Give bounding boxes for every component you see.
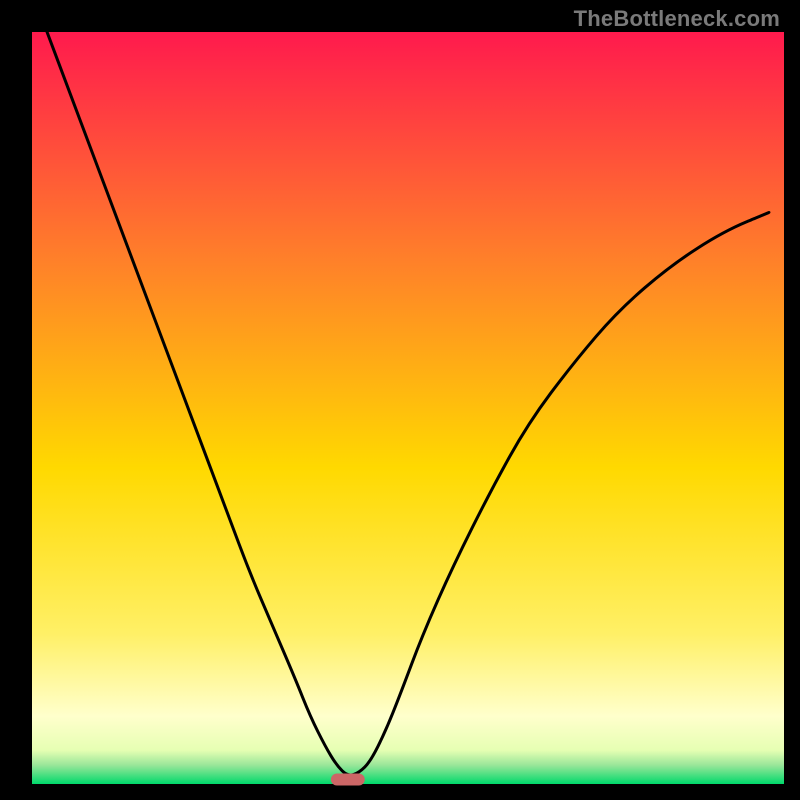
bottleneck-chart — [0, 0, 800, 800]
optimum-marker — [331, 773, 365, 785]
attribution-label: TheBottleneck.com — [574, 6, 780, 32]
chart-container: TheBottleneck.com — [0, 0, 800, 800]
